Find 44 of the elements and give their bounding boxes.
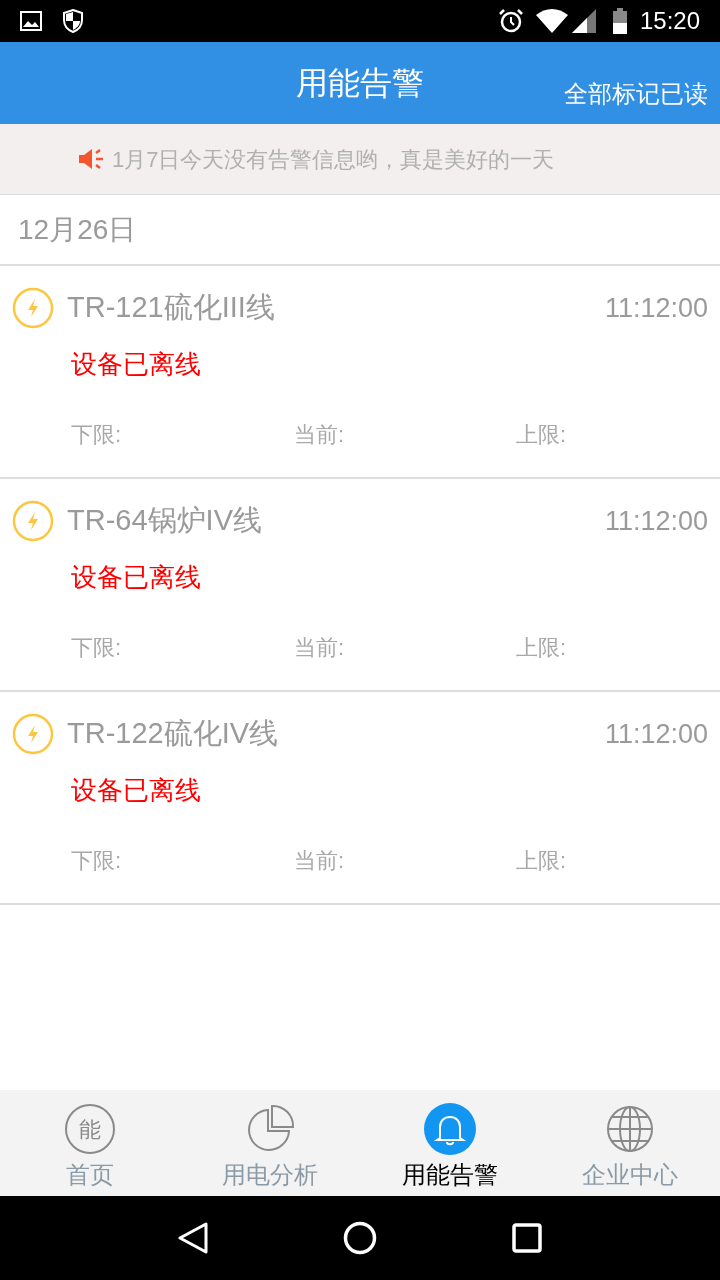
globe-icon [606,1105,654,1153]
back-icon[interactable] [177,1222,208,1254]
device-name: TR-64锅炉IV线 [67,503,262,538]
notice-text: 1月7日今天没有告警信息哟，真是美好的一天 [112,145,555,174]
upper-limit-label: 上限: [516,420,567,449]
nav-tab[interactable]: 企业中心 [540,1090,720,1196]
lightning-icon [12,499,54,542]
image-icon [20,11,42,31]
alarm-icon [497,8,524,34]
upper-limit-label: 上限: [516,846,567,875]
lower-limit-label: 下限: [71,634,122,660]
battery-icon [611,8,628,34]
lightning-icon [12,712,54,755]
current-value-label: 当前: [294,847,345,873]
nav-tab[interactable]: 用电分析 [180,1090,360,1196]
alert-status: 设备已离线 [71,561,201,592]
current-value-label: 当前: [294,634,345,660]
device-name: TR-122硫化IV线 [67,716,279,751]
alert-status: 设备已离线 [71,774,201,805]
alert-time: 11:12:00 [604,291,708,325]
lower-limit-label: 下限: [71,421,122,447]
wifi-icon [535,9,568,33]
alert-time: 11:12:00 [604,504,708,538]
pie-chart-icon [245,1104,295,1154]
alert-status: 设备已离线 [71,348,201,379]
upper-limit-label: 上限: [516,633,567,662]
lightning-icon [12,286,54,329]
shield-icon [62,9,84,33]
mark-all-read-button[interactable]: 全部标记已读 [564,76,708,112]
home-icon[interactable] [343,1221,377,1255]
nav-tab[interactable]: 能 首页 [0,1090,180,1196]
signal-icon [571,9,596,33]
status-time: 15:20 [639,6,700,36]
alert-time: 11:12:00 [604,717,708,751]
bell-icon [424,1103,476,1155]
nav-tab[interactable]: 用能告警 [360,1090,540,1196]
lower-limit-label: 下限: [71,847,122,873]
recents-icon[interactable] [512,1223,543,1253]
current-value-label: 当前: [294,421,345,447]
home-badge-icon: 能 [65,1104,115,1154]
date-heading: 12月26日 [18,212,137,247]
speaker-icon [78,148,104,170]
device-name: TR-121硫化III线 [67,290,275,325]
page-title: 用能告警 [296,64,424,103]
